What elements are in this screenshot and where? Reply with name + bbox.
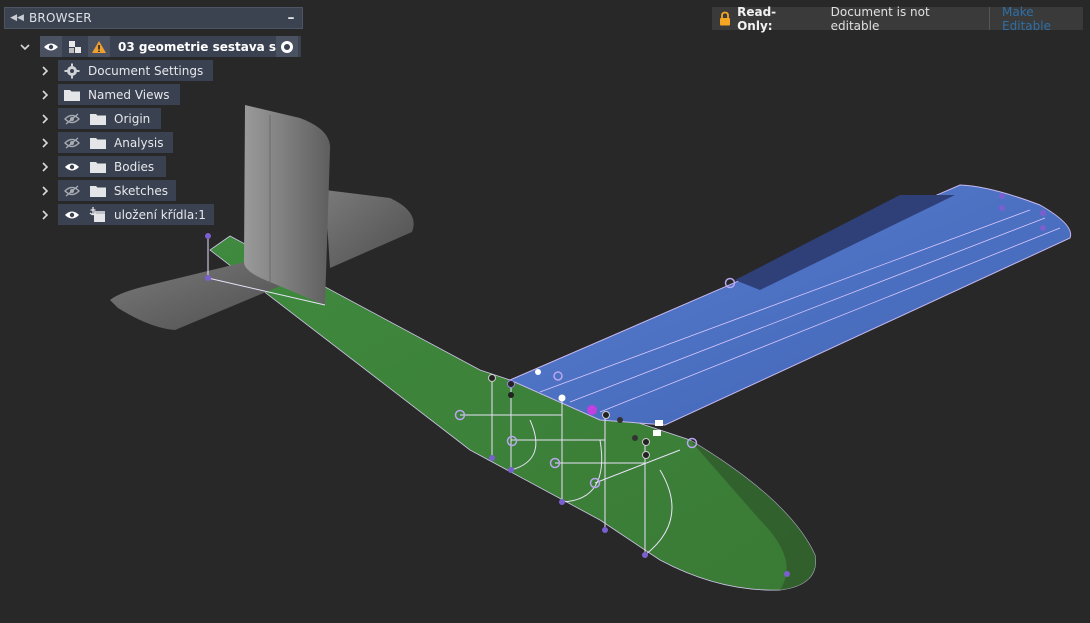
folder-icon [88,159,108,175]
chevron-right-icon[interactable] [38,180,52,201]
eye-icon[interactable] [40,36,62,57]
anchored-component-icon [88,206,108,223]
browser-title: BROWSER [29,11,92,25]
read-only-label: Read-Only: [737,4,777,33]
lock-icon [714,11,735,26]
tree-item-label: Document Settings [88,63,204,78]
read-only-banner: Read-Only: Document is not editable Make… [712,4,1083,33]
tree-item-label: Analysis [114,135,164,150]
tree-item-label: Sketches [113,183,168,198]
browser-header: ◀◀ BROWSER – [4,7,303,29]
eye-icon[interactable] [62,207,82,223]
right-stabilizer [325,190,414,268]
tree-item-label: Named Views [88,87,170,102]
eye-icon[interactable] [62,159,82,175]
folder-icon [88,135,108,151]
tree-item-label: Bodies [114,159,155,174]
main-wing [508,184,1072,426]
chevron-right-icon[interactable] [38,156,52,177]
folder-icon [88,183,108,199]
root-document-label: 03 geometrie sestava s... [118,39,290,54]
tree-item-label: uložení křídla:1 [114,207,206,222]
tree-item-chip[interactable]: uložení křídla:1 [58,204,214,225]
chevron-right-icon[interactable] [38,60,52,81]
tree-item-chip[interactable]: Sketches [58,180,176,201]
make-editable-link[interactable]: Make Editable [1002,5,1083,33]
chevron-down-icon[interactable] [18,36,32,57]
eye-hidden-icon[interactable] [62,135,82,151]
chevron-right-icon[interactable] [38,108,52,129]
chevron-right-icon[interactable] [38,204,52,225]
folder-icon [88,111,108,127]
eye-hidden-icon[interactable] [62,111,82,127]
minus-icon[interactable]: – [280,10,302,26]
warning-icon[interactable] [88,36,110,57]
radio-button-icon[interactable] [276,36,298,57]
double-chevron-left-icon[interactable]: ◀◀ [7,13,27,23]
root-document-chip[interactable]: 03 geometrie sestava s... [40,36,301,57]
read-only-message: Document is not editable [830,4,930,33]
eye-hidden-icon[interactable] [62,183,82,199]
chevron-right-icon[interactable] [38,84,52,105]
chevron-right-icon[interactable] [38,132,52,153]
tree-item-chip[interactable]: Named Views [58,84,180,105]
tree-item-chip[interactable]: Document Settings [58,60,213,81]
banner-divider [989,7,991,30]
tree-item-chip[interactable]: Analysis [58,132,173,153]
tree-item-chip[interactable]: Origin [58,108,161,129]
gear-icon [62,63,82,79]
vertical-fin [244,105,331,305]
tree-item-label: Origin [114,111,151,126]
folder-icon [62,87,82,103]
component-icon [64,36,86,57]
tree-item-chip[interactable]: Bodies [58,156,166,177]
